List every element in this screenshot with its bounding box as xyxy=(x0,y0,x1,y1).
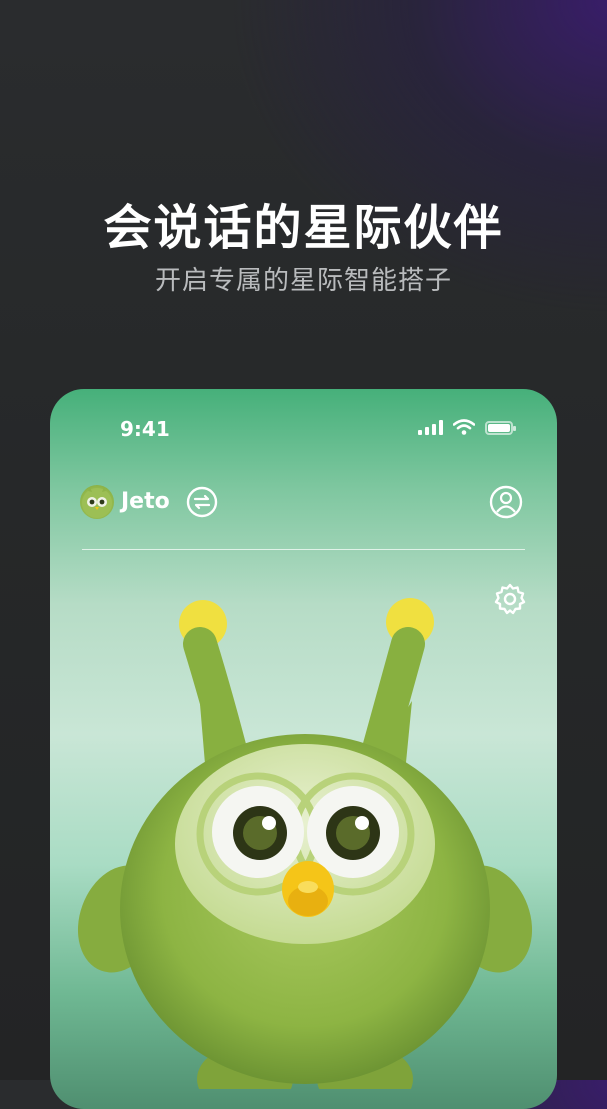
status-time: 9:41 xyxy=(120,417,170,441)
wifi-icon xyxy=(453,419,475,435)
header-divider xyxy=(82,549,525,550)
hero-title: 会说话的星际伙伴 xyxy=(103,200,504,256)
status-icons xyxy=(418,419,516,435)
signal-icon xyxy=(418,419,443,435)
hero-subtitle: 开启专属的星际智能搭子 xyxy=(154,266,452,296)
phone-mockup: 9:41 Jeto xyxy=(50,389,557,1109)
battery-icon xyxy=(485,421,516,435)
green-owl-mascot xyxy=(77,598,533,1089)
companion-name: Jeto xyxy=(121,489,170,514)
user-circle-icon[interactable] xyxy=(489,485,523,519)
swap-icon[interactable] xyxy=(186,486,218,518)
owl-avatar-icon[interactable] xyxy=(80,485,114,519)
